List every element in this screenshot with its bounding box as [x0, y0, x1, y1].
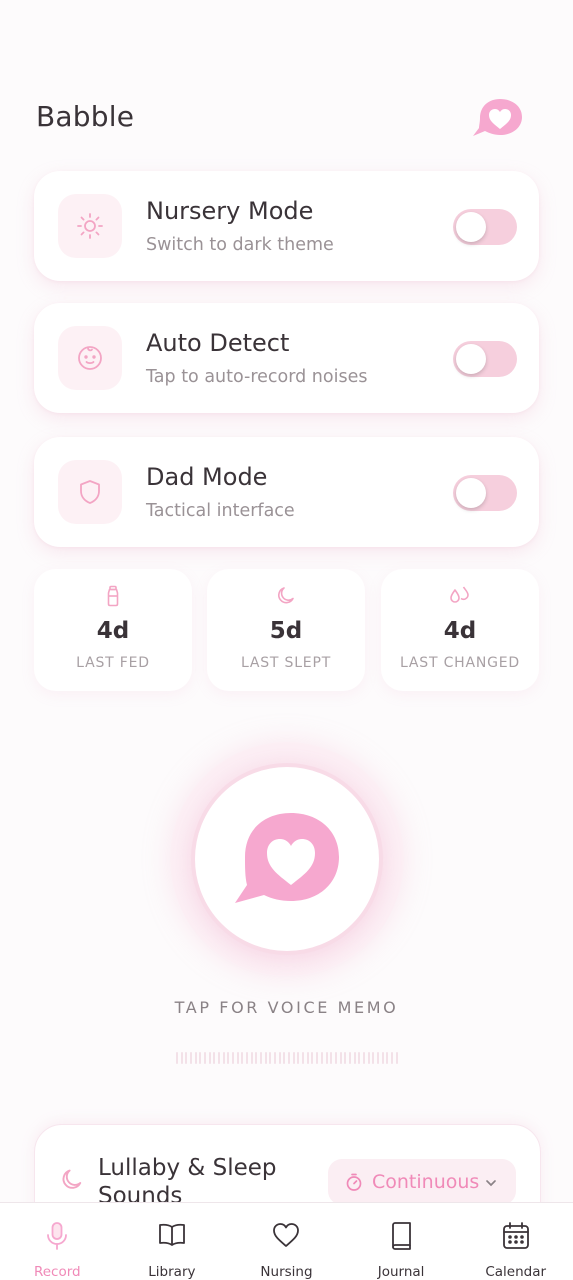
shield-icon [58, 460, 122, 524]
nav-label: Calendar [485, 1264, 547, 1280]
chevron-down-icon [484, 1173, 498, 1195]
nav-record[interactable]: Record [0, 1203, 115, 1280]
header: Babble [0, 0, 573, 170]
sun-icon [58, 194, 122, 258]
stat-label: LAST FED [76, 655, 150, 671]
nav-nursing[interactable]: Nursing [229, 1203, 344, 1280]
stat-value: 5d [269, 618, 303, 644]
stat-value: 4d [443, 618, 477, 644]
voice-memo-label: TAP FOR VOICE MEMO [174, 998, 399, 1017]
setting-title: Dad Mode [146, 463, 268, 491]
setting-card-nursery-mode: Nursery Mode Switch to dark theme [34, 171, 539, 281]
setting-subtitle: Tap to auto-record noises [146, 367, 368, 387]
setting-card-auto-detect: Auto Detect Tap to auto-record noises [34, 303, 539, 413]
bottom-navigation: Record Library Nursing Journal Calendar [0, 1202, 573, 1280]
heart-bubble-logo-icon[interactable] [470, 95, 526, 141]
setting-title: Nursery Mode [146, 197, 314, 225]
stat-label: LAST SLEPT [240, 655, 332, 671]
stat-label: LAST CHANGED [399, 655, 520, 671]
nav-journal[interactable]: Journal [344, 1203, 459, 1280]
toggle-knob [456, 344, 486, 374]
journal-icon [344, 1221, 459, 1253]
nav-label: Library [148, 1264, 196, 1280]
toggle-knob [456, 212, 486, 242]
droplets-icon [381, 585, 539, 609]
voice-memo-button[interactable] [191, 763, 383, 955]
timer-icon [346, 1173, 362, 1191]
nav-label: Record [33, 1264, 81, 1280]
bottle-icon [34, 585, 192, 609]
moon-icon [59, 1167, 85, 1197]
auto-detect-toggle[interactable] [453, 341, 517, 377]
setting-subtitle: Switch to dark theme [146, 235, 334, 255]
mic-icon [0, 1221, 115, 1253]
stat-last-slept[interactable]: 5d LAST SLEPT [207, 569, 365, 691]
nav-calendar[interactable]: Calendar [458, 1203, 573, 1280]
setting-subtitle: Tactical interface [146, 501, 295, 521]
book-open-icon [115, 1221, 230, 1253]
waveform-indicator [176, 1050, 398, 1066]
playback-mode-select[interactable]: Continuous [328, 1159, 516, 1205]
toggle-knob [456, 478, 486, 508]
stat-value: 4d [96, 618, 130, 644]
stat-last-changed[interactable]: 4d LAST CHANGED [381, 569, 539, 691]
nav-label: Nursing [260, 1264, 313, 1280]
heart-icon [229, 1221, 344, 1253]
nursery-mode-toggle[interactable] [453, 209, 517, 245]
dad-mode-toggle[interactable] [453, 475, 517, 511]
setting-title: Auto Detect [146, 329, 290, 357]
moon-icon [207, 585, 365, 609]
baby-face-icon [58, 326, 122, 390]
stat-last-fed[interactable]: 4d LAST FED [34, 569, 192, 691]
playback-mode-value: Continuous [372, 1171, 480, 1193]
calendar-icon [458, 1221, 573, 1253]
nav-label: Journal [377, 1264, 425, 1280]
nav-library[interactable]: Library [115, 1203, 230, 1280]
app-title: Babble [36, 100, 135, 133]
heart-bubble-icon [235, 813, 339, 903]
setting-card-dad-mode: Dad Mode Tactical interface [34, 437, 539, 547]
